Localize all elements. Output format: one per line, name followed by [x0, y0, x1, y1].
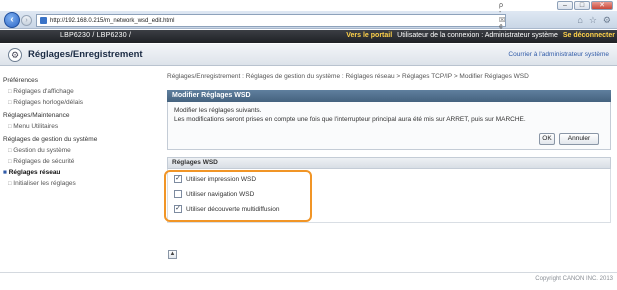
portal-link[interactable]: Vers le portail	[346, 32, 392, 39]
mail-to-admin-link[interactable]: Courrier à l'administrateur système	[508, 51, 609, 58]
main-content: Réglages/Enregistrement : Réglages de ge…	[164, 72, 611, 223]
description-line-2: Les modifications seront prises en compt…	[174, 116, 526, 123]
forward-arrow-icon[interactable]: ›	[21, 15, 32, 26]
url-text: http://192.168.0.215/m_network_wsd_edit.…	[50, 17, 175, 24]
login-user-label: Utilisateur de la connexion : Administra…	[397, 32, 558, 39]
cancel-button[interactable]: Annuler	[559, 133, 599, 145]
settings-body: ✓ Utiliser impression WSD Utiliser navig…	[164, 169, 611, 223]
address-tools[interactable]: ρ - ☒ ¢ ✕	[499, 2, 505, 39]
sidebar: Préférences Réglages d'affichage Réglage…	[0, 75, 153, 189]
sidebar-item-initialize[interactable]: Initialiser les réglages	[0, 178, 153, 189]
wsd-printing-checkbox[interactable]: ✓	[174, 175, 182, 183]
sidebar-category-preferences[interactable]: Préférences	[0, 75, 153, 86]
settings-gear-icon: ⚙	[8, 48, 22, 62]
logout-link[interactable]: Se déconnecter	[563, 32, 615, 39]
printer-model: LBP6230 / LBP6230 /	[60, 32, 132, 39]
window-controls: – □ ✕	[557, 1, 613, 10]
sidebar-category-adjustment[interactable]: Réglages/Maintenance	[0, 110, 153, 121]
sidebar-item-utilities[interactable]: Menu Utilitaires	[0, 121, 153, 132]
option-wsd-printing: ✓ Utiliser impression WSD	[174, 175, 256, 183]
address-bar[interactable]: http://192.168.0.215/m_network_wsd_edit.…	[36, 2, 506, 39]
sidebar-item-timer-settings[interactable]: Réglages horloge/délais	[0, 97, 153, 108]
option-multicast-discovery: ✓ Utiliser découverte multidiffusion	[174, 205, 279, 213]
home-icon[interactable]: ⌂	[577, 15, 582, 26]
favicon-icon	[40, 17, 47, 24]
settings-gear-icon[interactable]: ⚙	[603, 15, 611, 26]
header-links: Vers le portail Utilisateur de la connex…	[346, 32, 615, 39]
multicast-discovery-checkbox[interactable]: ✓	[174, 205, 182, 213]
close-window-button[interactable]: ✕	[591, 1, 613, 10]
sidebar-item-display-settings[interactable]: Réglages d'affichage	[0, 86, 153, 97]
footer-divider	[0, 272, 617, 273]
maximize-button[interactable]: □	[574, 1, 590, 10]
option-label: Utiliser découverte multidiffusion	[186, 205, 280, 213]
minimize-button[interactable]: –	[557, 1, 573, 10]
sidebar-item-security[interactable]: Réglages de sécurité	[0, 156, 153, 167]
option-wsd-browsing: Utiliser navigation WSD	[174, 190, 254, 198]
browser-toolbar: ‹ › http://192.168.0.215/m_network_wsd_e…	[0, 2, 617, 39]
option-label: Utiliser impression WSD	[186, 175, 257, 183]
option-label: Utiliser navigation WSD	[186, 190, 255, 198]
description-line-1: Modifier les réglages suivants.	[174, 107, 262, 114]
scroll-top-button[interactable]: ▲	[168, 250, 177, 259]
sidebar-category-system-management[interactable]: Réglages de gestion du système	[0, 134, 153, 145]
copyright: Copyright CANON INC. 2013	[535, 276, 613, 282]
title-bar: ⚙ Réglages/Enregistrement Courrier à l'a…	[0, 44, 617, 66]
breadcrumb: Réglages/Enregistrement : Réglages de ge…	[167, 73, 529, 80]
page-title: Réglages/Enregistrement	[28, 49, 143, 60]
browser-icons: ⌂ ☆ ⚙	[577, 15, 611, 26]
ok-button[interactable]: OK	[539, 133, 555, 145]
section-title: Modifier Réglages WSD	[167, 90, 611, 102]
sidebar-item-system-management[interactable]: Gestion du système	[0, 145, 153, 156]
back-arrow-icon[interactable]: ‹	[4, 12, 20, 28]
sidebar-item-network[interactable]: Réglages réseau	[0, 167, 153, 178]
description-box: Modifier les réglages suivants. Les modi…	[167, 102, 611, 150]
device-header: LBP6230 / LBP6230 / Vers le portail Util…	[0, 30, 617, 43]
favorites-star-icon[interactable]: ☆	[589, 15, 597, 26]
wsd-browsing-checkbox[interactable]	[174, 190, 182, 198]
settings-header: Réglages WSD	[167, 157, 611, 169]
